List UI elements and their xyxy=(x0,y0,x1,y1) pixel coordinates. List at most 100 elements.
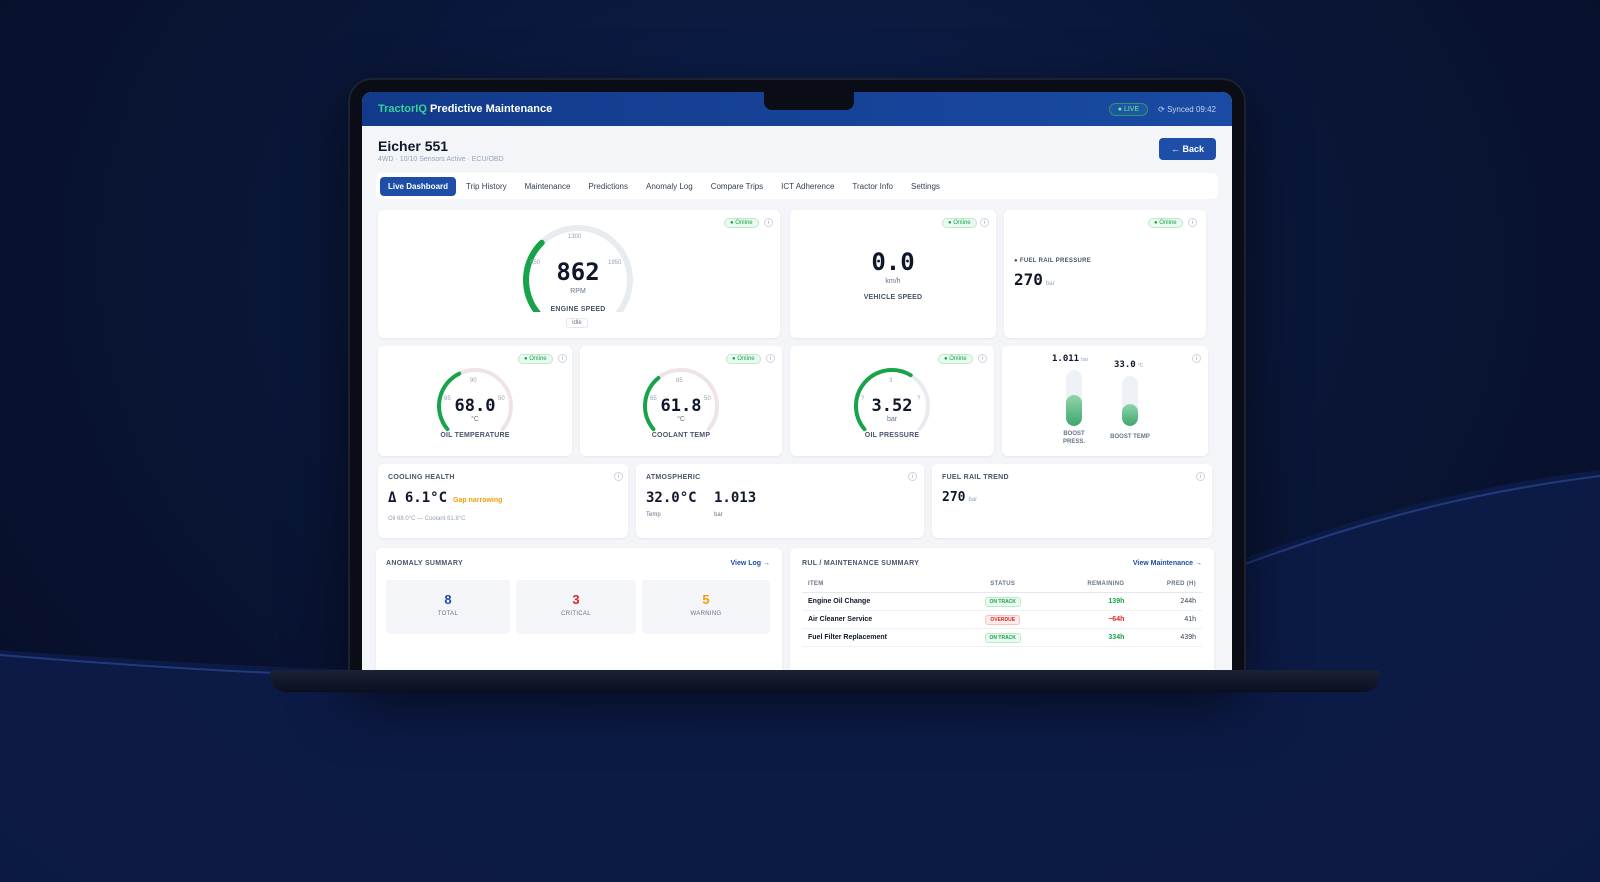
tick-label: 1300 xyxy=(568,234,582,240)
engine-speed-unit: RPM xyxy=(570,288,586,295)
back-button[interactable]: ← Back xyxy=(1158,138,1216,160)
atmospheric-title: ATMOSPHERIC xyxy=(646,474,701,481)
coolant-temp-unit: °C xyxy=(677,416,685,423)
info-icon[interactable]: i xyxy=(908,472,917,481)
fuel-rail-trend-card: i FUEL RAIL TREND 270 bar xyxy=(932,464,1212,538)
status-badge: OVERDUE xyxy=(985,615,1021,625)
cooling-health-title: COOLING HEALTH xyxy=(388,474,455,481)
info-icon[interactable]: i xyxy=(978,354,987,363)
tick-label: 90 xyxy=(470,378,477,384)
page-header: Eicher 551 4WD · 10/10 Sensors Active · … xyxy=(362,126,1232,169)
rul-item: Engine Oil Change xyxy=(802,592,961,611)
page-title: Eicher 551 xyxy=(378,138,449,154)
anomaly-warning-label: WARNING xyxy=(690,611,722,617)
cooling-note: Gap narrowing xyxy=(453,497,503,504)
rul-table: ITEM STATUS REMAINING PRED (H) Engine Oil C… xyxy=(802,576,1202,647)
cooling-health-card: i COOLING HEALTH Δ 6.1°C Gap narrowing O… xyxy=(378,464,628,538)
tab-predictions[interactable]: Predictions xyxy=(580,177,636,196)
app-brand[interactable]: TractorIQ Predictive Maintenance xyxy=(378,103,552,115)
status-badge: ● Online xyxy=(724,218,759,228)
boost-temp-value: 33.0 xyxy=(1114,360,1136,370)
tab-live-dashboard[interactable]: Live Dashboard xyxy=(380,176,457,196)
live-badge: ● LIVE xyxy=(1108,102,1149,116)
vehicle-speed-label: VEHICLE SPEED xyxy=(863,294,923,301)
atmospheric-card: i ATMOSPHERIC 32.0°C Temp 1.013 bar xyxy=(636,464,924,538)
info-icon[interactable]: i xyxy=(1188,218,1197,227)
fuel-trend-value: 270 xyxy=(942,490,966,505)
rul-pred: 439h xyxy=(1130,628,1202,647)
fuel-rail-card: ● Online i ● FUEL RAIL PRESSURE 270 bar xyxy=(1004,210,1206,338)
cooling-detail: Oil 68.0°C — Coolant 61.8°C xyxy=(388,516,466,522)
boost-pressure-unit: bar xyxy=(1081,357,1089,363)
engine-state-badge: Idle xyxy=(566,318,588,328)
rul-summary-card: RUL / MAINTENANCE SUMMARY View Maintenan… xyxy=(790,548,1214,670)
column-header: STATUS xyxy=(960,576,1045,593)
table-row[interactable]: Air Cleaner Service OVERDUE −64h 41h xyxy=(802,610,1202,629)
fuel-trend-unit: bar xyxy=(968,497,978,503)
info-icon[interactable]: i xyxy=(764,218,773,227)
info-icon[interactable]: i xyxy=(558,354,567,363)
anomaly-title: ANOMALY SUMMARY xyxy=(386,560,463,567)
view-log-link[interactable]: View Log → xyxy=(730,560,770,567)
boost-card: i 1.011 bar 33.0 °C BOOST PRESS. BOOST TE… xyxy=(1002,346,1208,456)
tab-compare-trips[interactable]: Compare Trips xyxy=(703,177,771,196)
rul-status-cell: ON TRACK xyxy=(960,628,1045,647)
tick-label: 85 xyxy=(676,378,683,384)
fuel-rail-label: ● FUEL RAIL PRESSURE xyxy=(1014,258,1092,264)
info-icon[interactable]: i xyxy=(1192,354,1201,363)
info-icon[interactable]: i xyxy=(980,218,989,227)
rul-remaining: 334h xyxy=(1044,628,1131,647)
rul-item: Air Cleaner Service xyxy=(802,610,961,629)
table-row[interactable]: Fuel Filter Replacement ON TRACK 334h 439h xyxy=(802,628,1202,647)
info-icon[interactable]: i xyxy=(1196,472,1205,481)
oil-pressure-card: ● Online i ? 3 ? 3.52 bar OIL PRESSURE xyxy=(790,346,994,456)
view-maintenance-link[interactable]: View Maintenance → xyxy=(1133,560,1202,567)
table-row[interactable]: Engine Oil Change ON TRACK 139h 244h xyxy=(802,592,1202,611)
tab-tractor-info[interactable]: Tractor Info xyxy=(844,177,901,196)
anomaly-critical-box[interactable]: 3 CRITICAL xyxy=(516,580,636,634)
oil-temp-value: 68.0 xyxy=(454,396,496,416)
rul-remaining: −64h xyxy=(1044,610,1131,629)
anomaly-warning-value: 5 xyxy=(702,592,710,607)
anomaly-critical-value: 3 xyxy=(572,592,580,607)
status-badge: ● Online xyxy=(726,354,761,364)
oil-temp-card: ● Online i 65 90 50 68.0 °C OIL TEMPERAT… xyxy=(378,346,572,456)
info-icon[interactable]: i xyxy=(766,354,775,363)
boost-temp-label: BOOST TEMP xyxy=(1110,434,1150,440)
boost-temp-unit: °C xyxy=(1137,363,1144,369)
atmospheric-temp-label: Temp xyxy=(646,512,661,518)
status-badge: ● Online xyxy=(938,354,973,364)
fuel-rail-unit: bar xyxy=(1045,281,1055,287)
oil-pressure-unit: bar xyxy=(886,416,898,423)
brand-name: TractorIQ xyxy=(378,103,427,115)
anomaly-total-label: TOTAL xyxy=(437,611,459,617)
anomaly-total-box[interactable]: 8 TOTAL xyxy=(386,580,510,634)
status-badge: ● Online xyxy=(942,218,977,228)
rul-remaining: 139h xyxy=(1044,592,1131,611)
atmospheric-pressure-label: bar xyxy=(714,512,723,518)
camera-notch xyxy=(764,92,854,110)
tab-ict-adherence[interactable]: ICT Adherence xyxy=(773,177,842,196)
tick-label: 3 xyxy=(889,378,893,384)
tab-maintenance[interactable]: Maintenance xyxy=(517,177,579,196)
boost-pressure-value: 1.011 xyxy=(1052,354,1080,364)
tab-trip-history[interactable]: Trip History xyxy=(458,177,515,196)
tab-anomaly-log[interactable]: Anomaly Log xyxy=(638,177,701,196)
coolant-temp-value: 61.8 xyxy=(660,396,702,416)
vehicle-speed-unit: km/h xyxy=(885,278,901,285)
dashboard-screen: TractorIQ Predictive Maintenance ● LIVE … xyxy=(362,92,1232,670)
status-badge: ● Online xyxy=(1148,218,1183,228)
anomaly-warning-box[interactable]: 5 WARNING xyxy=(642,580,770,634)
rul-pred: 244h xyxy=(1130,592,1202,611)
coolant-temp-card: ● Online i 65 85 50 61.8 °C COOLANT TEMP xyxy=(580,346,782,456)
info-icon[interactable]: i xyxy=(614,472,623,481)
oil-pressure-value: 3.52 xyxy=(871,396,913,416)
rul-item: Fuel Filter Replacement xyxy=(802,628,961,647)
column-header: PRED (H) xyxy=(1130,576,1202,593)
anomaly-critical-label: CRITICAL xyxy=(561,611,591,617)
oil-temp-label: OIL TEMPERATURE xyxy=(440,432,510,439)
engine-speed-value: 862 xyxy=(556,258,600,286)
oil-pressure-label: OIL PRESSURE xyxy=(864,432,920,439)
tab-bar: Live Dashboard Trip History Maintenance Pre… xyxy=(376,173,1218,199)
tab-settings[interactable]: Settings xyxy=(903,177,948,196)
